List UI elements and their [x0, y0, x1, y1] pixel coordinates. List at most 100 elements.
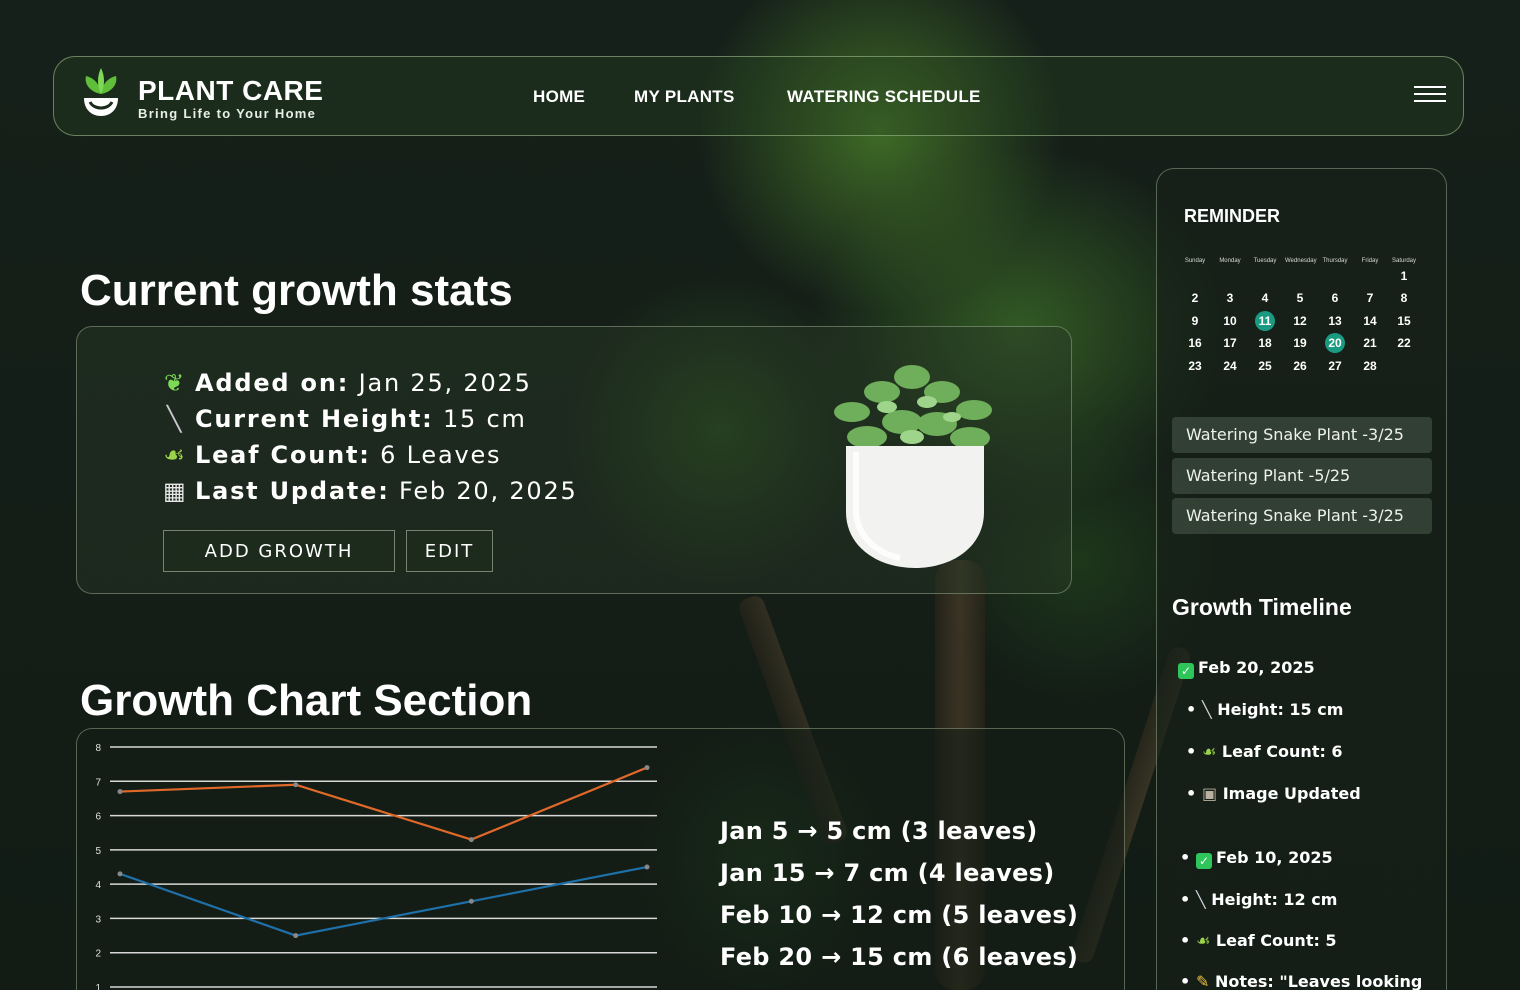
timeline-text: Leaf Count: 5 [1215, 931, 1337, 950]
reminder-item[interactable]: Watering Snake Plant -3/25 [1172, 498, 1432, 534]
calendar-day[interactable]: 6 [1320, 288, 1350, 308]
calendar-day[interactable]: 2 [1180, 288, 1210, 308]
chart-heading: Growth Chart Section [80, 676, 533, 725]
stat-last-update: ▦ Last Update: Feb 20, 2025 [163, 477, 578, 505]
calendar-day[interactable]: 15 [1389, 311, 1419, 331]
seedling-icon: ❦ [164, 369, 186, 397]
check-icon: ✓ [1196, 853, 1212, 869]
hamburger-menu-icon[interactable] [1414, 86, 1448, 106]
check-icon: ✓ [1178, 663, 1194, 679]
y-tick-label: 1 [95, 983, 101, 990]
y-tick-label: 4 [95, 880, 101, 891]
stat-leaf-count: ☙ Leaf Count: 6 Leaves [163, 441, 501, 469]
calendar-day[interactable]: 23 [1180, 356, 1210, 376]
calendar-day[interactable]: 5 [1285, 288, 1315, 308]
calendar-day[interactable]: 9 [1180, 311, 1210, 331]
timeline-detail: • ▣ Image Updated [1186, 784, 1361, 803]
calendar-day-highlighted[interactable]: 20 [1325, 333, 1345, 353]
y-tick-label: 8 [95, 743, 101, 754]
calendar-day[interactable]: 16 [1180, 333, 1210, 353]
calendar-weekday: Friday [1361, 258, 1379, 264]
timeline-detail: • ╲ Height: 15 cm [1186, 700, 1344, 719]
y-tick-label: 2 [95, 949, 101, 960]
data-point [644, 864, 650, 870]
stat-value: 6 Leaves [380, 441, 502, 469]
reminder-item[interactable]: Watering Plant -5/25 [1172, 458, 1432, 494]
calendar-icon: ▦ [163, 477, 188, 505]
calendar-day[interactable]: 24 [1215, 356, 1245, 376]
stat-value: 15 cm [442, 405, 527, 433]
stats-heading: Current growth stats [80, 266, 513, 315]
leaf-icon: ☙ [1202, 742, 1217, 761]
calendar-day-highlighted[interactable]: 11 [1255, 311, 1275, 331]
y-tick-label: 7 [95, 777, 101, 788]
stat-value: Feb 20, 2025 [399, 477, 578, 505]
add-growth-button[interactable]: ADD GROWTH [163, 530, 395, 572]
timeline-text: Notes: "Leaves looking [1214, 972, 1423, 990]
calendar-day[interactable]: 10 [1215, 311, 1245, 331]
series-line-0 [119, 766, 648, 841]
calendar-day[interactable]: 1 [1389, 266, 1419, 286]
stat-label: Added on: [195, 369, 350, 397]
camera-icon: ▣ [1202, 784, 1218, 803]
growth-note: Jan 15 → 7 cm (4 leaves) [720, 859, 1055, 887]
data-point [468, 898, 474, 904]
calendar-day[interactable]: 8 [1389, 288, 1419, 308]
timeline-date: • ✓ Feb 10, 2025 [1180, 848, 1333, 869]
calendar-weekday: Wednesday [1285, 258, 1317, 264]
timeline-text: Leaf Count: 6 [1221, 742, 1343, 761]
pencil-icon: ✎ [1196, 972, 1210, 990]
calendar-day[interactable]: 13 [1320, 311, 1350, 331]
calendar-weekday: Tuesday [1253, 258, 1277, 264]
y-tick-label: 3 [95, 914, 101, 925]
growth-note: Feb 10 → 12 cm (5 leaves) [720, 901, 1079, 929]
reminder-title: REMINDER [1184, 206, 1281, 226]
calendar-weekday: Saturday [1391, 258, 1416, 264]
nav-home[interactable]: HOME [533, 87, 585, 107]
calendar-day[interactable]: 26 [1285, 356, 1315, 376]
calendar-day[interactable]: 4 [1250, 288, 1280, 308]
edit-button[interactable]: EDIT [406, 530, 493, 572]
reminder-item[interactable]: Watering Snake Plant -3/25 [1172, 417, 1432, 453]
data-point [468, 837, 474, 843]
stat-added-on: ❦ Added on: Jan 25, 2025 [163, 369, 532, 397]
stat-label: Leaf Count: [195, 441, 371, 469]
data-point [644, 765, 650, 771]
growth-line-chart: 8 7 6 5 4 3 2 1 [95, 743, 657, 990]
timeline-text: Feb 20, 2025 [1198, 658, 1315, 677]
series-line-1 [119, 865, 648, 937]
leaf-icon: ☙ [1196, 931, 1211, 950]
calendar-day[interactable]: 14 [1355, 311, 1385, 331]
brand-title: PLANT CARE [138, 75, 324, 106]
calendar-day[interactable]: 12 [1285, 311, 1315, 331]
timeline-text: Height: 12 cm [1211, 890, 1338, 909]
calendar-day[interactable]: 3 [1215, 288, 1245, 308]
y-tick-label: 6 [95, 812, 101, 823]
stat-label: Current Height: [195, 405, 434, 433]
potted-plant-image [834, 365, 992, 568]
data-point [117, 871, 123, 877]
timeline-detail: • ☙ Leaf Count: 5 [1180, 931, 1337, 950]
nav-my-plants[interactable]: MY PLANTS [634, 87, 735, 107]
calendar-day[interactable]: 21 [1355, 333, 1385, 353]
calendar-day[interactable]: 27 [1320, 356, 1350, 376]
calendar-day[interactable]: 19 [1285, 333, 1315, 353]
calendar-day[interactable]: 18 [1250, 333, 1280, 353]
timeline-text: Image Updated [1222, 784, 1361, 803]
calendar-day[interactable]: 25 [1250, 356, 1280, 376]
ruler-icon: ╲ [166, 405, 184, 433]
calendar-day[interactable]: 22 [1389, 333, 1419, 353]
data-point [117, 789, 123, 795]
stat-height: ╲ Current Height: 15 cm [163, 405, 527, 433]
leaf-icon: ☙ [163, 441, 187, 469]
calendar-weekday: Monday [1219, 258, 1241, 264]
timeline-text: Height: 15 cm [1217, 700, 1344, 719]
calendar-day[interactable]: 17 [1215, 333, 1245, 353]
stat-value: Jan 25, 2025 [358, 369, 532, 397]
calendar-day[interactable]: 7 [1355, 288, 1385, 308]
calendar-day[interactable]: 28 [1355, 356, 1385, 376]
timeline-detail: • ✎ Notes: "Leaves looking [1180, 972, 1423, 990]
plant-logo-icon [84, 68, 118, 116]
growth-note: Feb 20 → 15 cm (6 leaves) [720, 943, 1079, 971]
nav-watering-schedule[interactable]: WATERING SCHEDULE [787, 87, 981, 107]
